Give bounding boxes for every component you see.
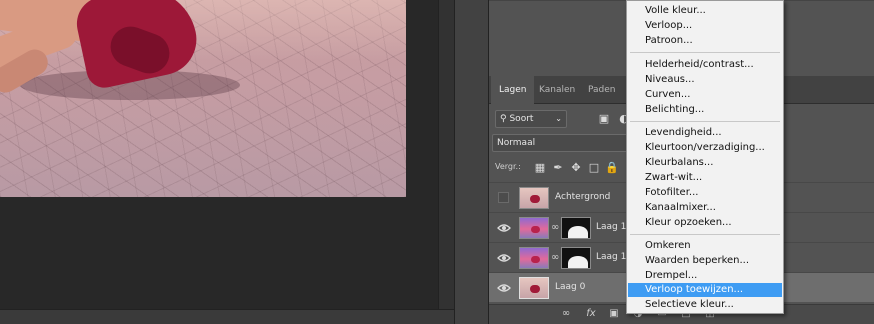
menu-item-kanaalmixer[interactable]: Kanaalmixer... [628, 201, 782, 215]
link-chain-icon[interactable]: ∞ [551, 252, 559, 263]
document-canvas[interactable] [0, 0, 454, 324]
canvas-horizontal-scrollbar[interactable] [0, 309, 454, 324]
blend-mode-row: Normaal [492, 134, 632, 152]
link-chain-icon[interactable]: ∞ [551, 222, 559, 233]
menu-item-fotofilter[interactable]: Fotofilter... [628, 186, 782, 200]
menu-item-helderheid-contrast[interactable]: Helderheid/contrast... [628, 58, 782, 72]
menu-item-niveaus[interactable]: Niveaus... [628, 73, 782, 87]
tab-lagen[interactable]: Lagen [491, 76, 535, 104]
lock-all-icon[interactable]: 🔒 [605, 161, 619, 175]
menu-item-waarden-beperken[interactable]: Waarden beperken... [628, 254, 782, 268]
layer-thumbnail [519, 277, 549, 299]
lock-paint-icon[interactable]: ✒ [551, 161, 565, 175]
menu-item-zwart-wit[interactable]: Zwart-wit... [628, 171, 782, 185]
link-icon[interactable]: ∞ [559, 308, 573, 319]
menu-item-curven[interactable]: Curven... [628, 88, 782, 102]
lock-label: Vergr.: [495, 162, 521, 171]
tab-kanalen[interactable]: Kanalen [531, 76, 583, 104]
layer-thumbnail [519, 187, 549, 209]
layer-thumbnail [519, 217, 549, 239]
lock-position-icon[interactable]: ✥ [569, 161, 583, 175]
adjustment-layer-menu: Volle kleur... Verloop... Patroon... Hel… [626, 0, 784, 314]
eye-icon[interactable] [497, 281, 511, 295]
layer-mask-thumbnail[interactable] [561, 217, 591, 239]
image-filter-icon[interactable]: ▣ [597, 112, 611, 126]
menu-item-verloop[interactable]: Verloop... [628, 19, 782, 33]
fx-icon[interactable]: fx [584, 308, 598, 319]
menu-item-selectieve-kleur[interactable]: Selectieve kleur... [628, 298, 782, 312]
layer-mask-thumbnail[interactable] [561, 247, 591, 269]
mask-icon[interactable]: ▣ [607, 308, 621, 319]
canvas-vertical-scrollbar[interactable] [438, 0, 454, 309]
blend-mode-select[interactable]: Normaal [492, 134, 632, 152]
eye-icon[interactable] [497, 251, 511, 265]
menu-item-levendigheid[interactable]: Levendigheid... [628, 126, 782, 140]
menu-separator [630, 52, 780, 53]
menu-item-patroon[interactable]: Patroon... [628, 34, 782, 48]
layer-name[interactable]: Achtergrond [555, 192, 610, 202]
menu-item-kleurtoon-verzadiging[interactable]: Kleurtoon/verzadiging... [628, 141, 782, 155]
menu-item-drempel[interactable]: Drempel... [628, 269, 782, 283]
layer-name[interactable]: Laag 1 [596, 252, 626, 262]
chevron-down-icon: ⌄ [555, 114, 562, 123]
layer-thumbnail [519, 247, 549, 269]
menu-item-volle-kleur[interactable]: Volle kleur... [628, 4, 782, 18]
eye-icon[interactable] [497, 221, 511, 235]
menu-item-belichting[interactable]: Belichting... [628, 103, 782, 117]
panel-dock-strip [454, 0, 488, 324]
lock-artboard-icon[interactable]: □ [587, 161, 601, 175]
lock-transparent-icon[interactable]: ▦ [533, 161, 547, 175]
menu-item-omkeren[interactable]: Omkeren [628, 239, 782, 253]
filter-kind-select[interactable]: ⚲ Soort ⌄ [495, 110, 567, 128]
menu-item-kleurbalans[interactable]: Kleurbalans... [628, 156, 782, 170]
menu-separator [630, 121, 780, 122]
menu-item-verloop-toewijzen[interactable]: Verloop toewijzen... [628, 283, 782, 297]
menu-item-kleur-opzoeken[interactable]: Kleur opzoeken... [628, 216, 782, 230]
search-icon: ⚲ [500, 114, 507, 124]
tab-paden[interactable]: Paden [580, 76, 624, 104]
menu-separator [630, 234, 780, 235]
layer-name[interactable]: Laag 0 [555, 282, 585, 292]
document-photo [0, 0, 406, 197]
visibility-toggle-empty[interactable] [498, 192, 509, 203]
filter-kind-label: Soort [509, 114, 534, 124]
